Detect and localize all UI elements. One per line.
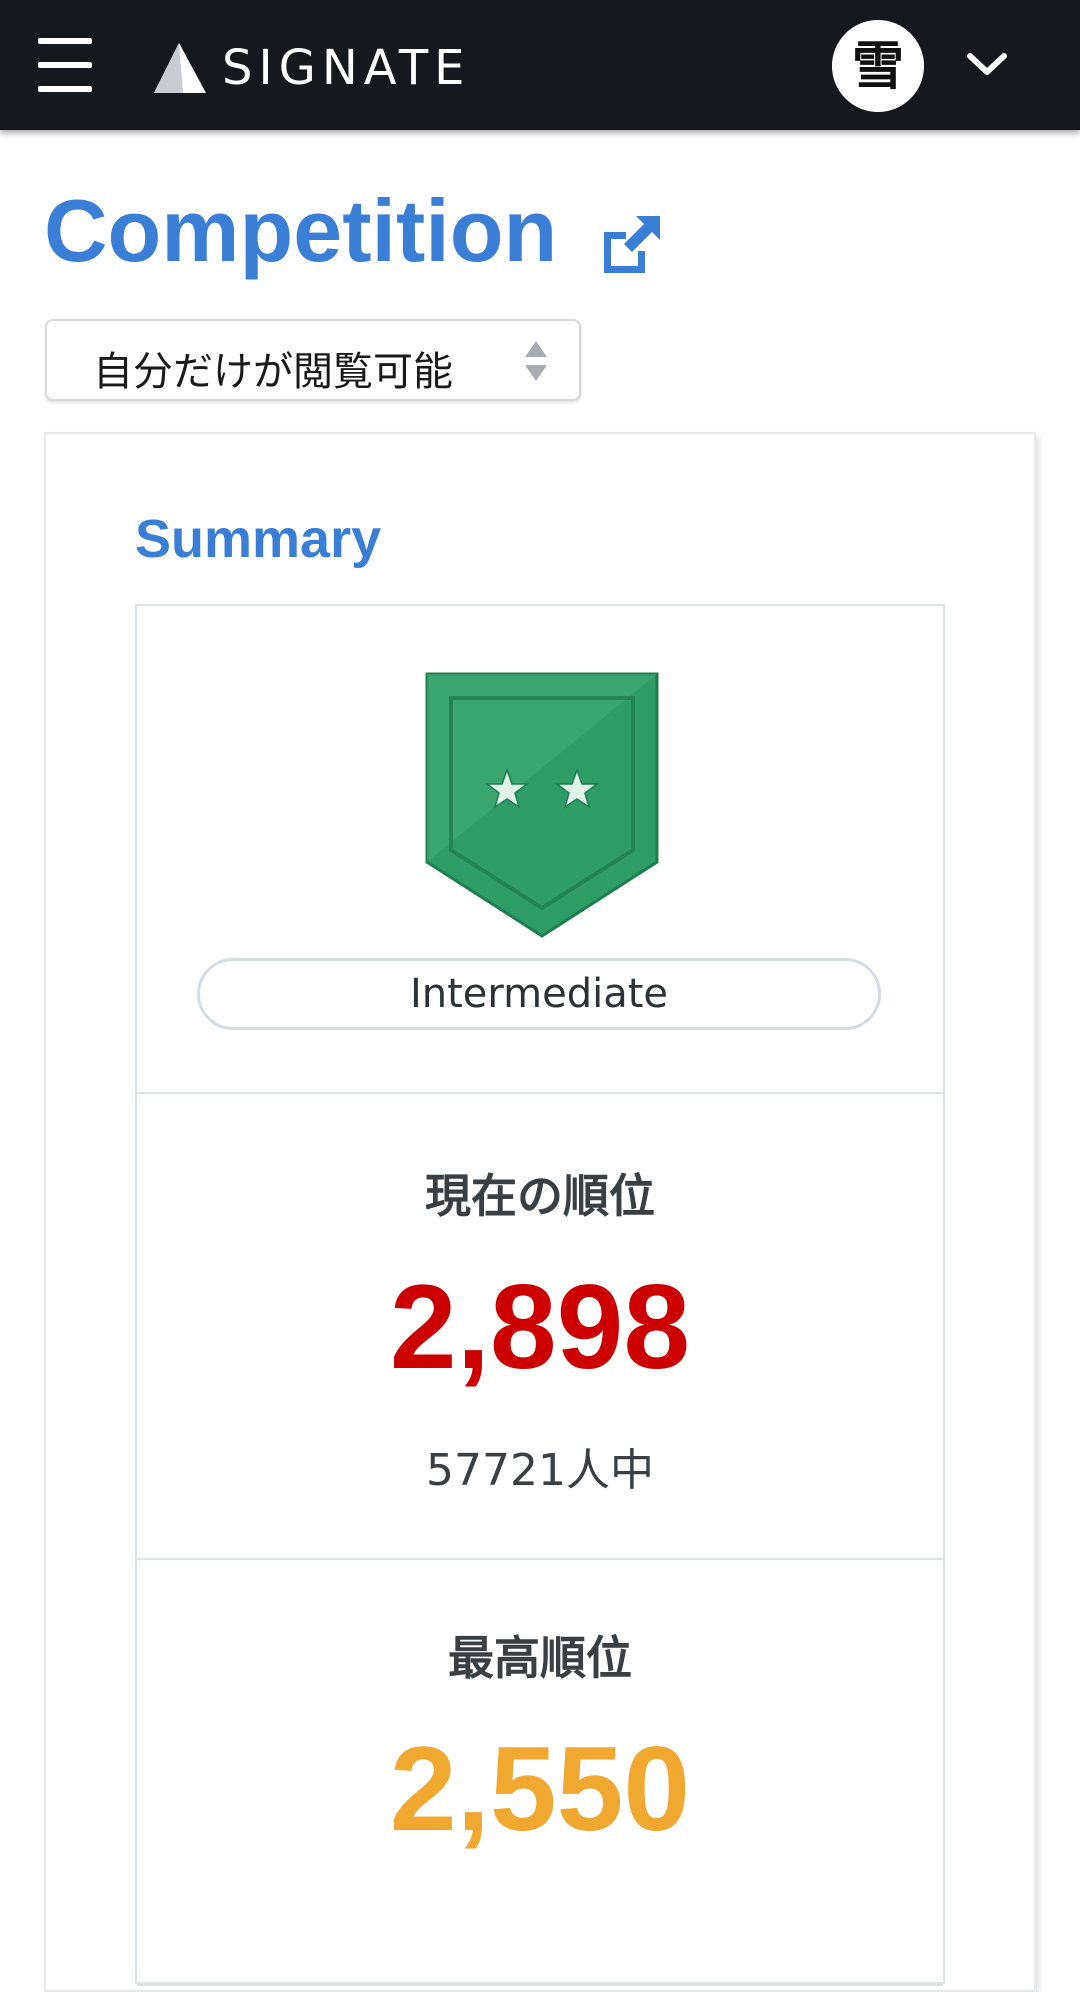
best-rank-section: 最高順位 2,550 xyxy=(137,1558,943,1986)
page-title: Competition xyxy=(44,181,558,280)
avatar-char: 雪 xyxy=(852,36,904,97)
current-rank-label: 現在の順位 xyxy=(425,1169,655,1223)
visibility-select[interactable]: 自分だけが閲覧可能 xyxy=(45,319,581,401)
menu-line xyxy=(38,86,92,92)
select-arrows-icon xyxy=(525,341,547,381)
signate-logo[interactable]: SIGNATE xyxy=(150,40,470,96)
hamburger-menu-icon[interactable] xyxy=(38,36,94,94)
intermediate-badge-icon xyxy=(425,672,659,938)
best-rank-value: 2,550 xyxy=(389,1722,691,1856)
best-rank-label: 最高順位 xyxy=(448,1631,632,1685)
avatar-image: 雪 xyxy=(832,20,924,112)
current-rank-section: 現在の順位 2,898 57721人中 xyxy=(137,1092,943,1560)
rank-section: Intermediate xyxy=(137,606,943,1094)
avatar[interactable]: 雪 xyxy=(832,20,924,112)
rank-name-pill: Intermediate xyxy=(197,958,881,1030)
current-rank-value: 2,898 xyxy=(389,1260,691,1394)
summary-box: Intermediate 現在の順位 2,898 57721人中 最高順位 2,… xyxy=(135,604,945,1986)
signate-logo-icon xyxy=(154,43,206,93)
top-navigation-bar: SIGNATE 雪 xyxy=(0,0,1080,130)
visibility-select-value: 自分だけが閲覧可能 xyxy=(93,349,453,395)
external-link-icon[interactable] xyxy=(598,212,664,274)
menu-line xyxy=(38,62,92,68)
menu-line xyxy=(38,38,92,44)
chevron-down-icon[interactable] xyxy=(962,46,1012,82)
summary-title: Summary xyxy=(135,509,382,569)
logo-text: SIGNATE xyxy=(222,40,471,96)
current-rank-total: 57721人中 xyxy=(426,1445,654,1496)
